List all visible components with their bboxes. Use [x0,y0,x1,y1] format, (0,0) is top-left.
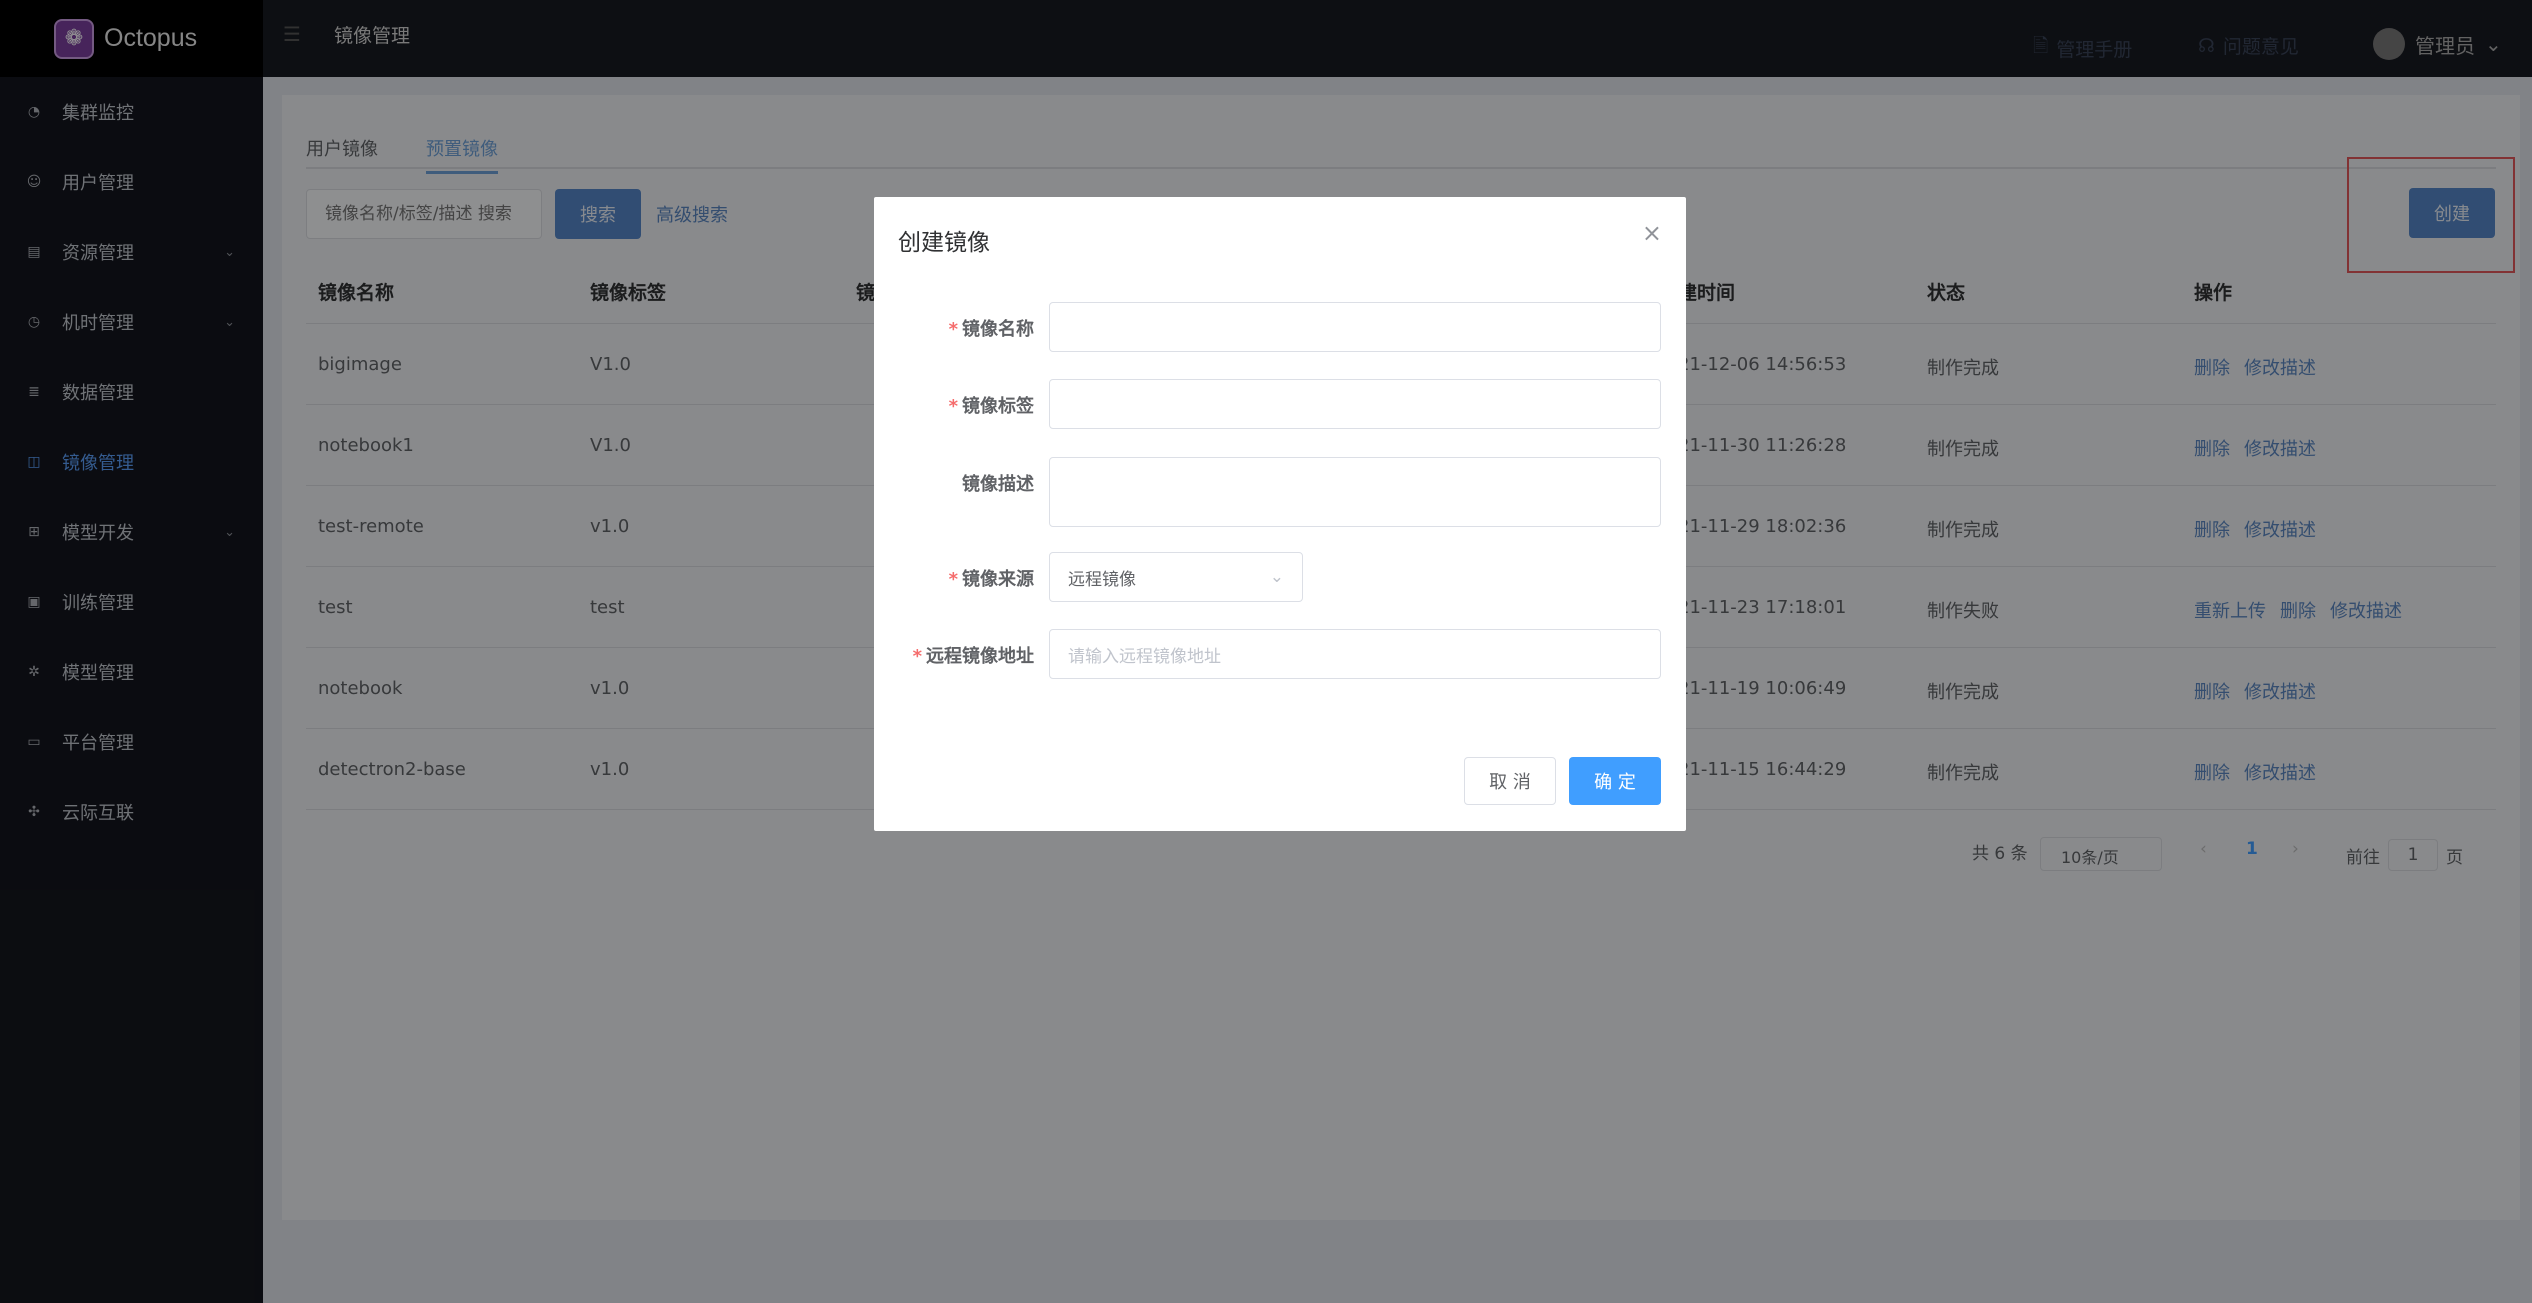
name-label: * 镜像名称 [948,319,1034,340]
dialog-title: 创建镜像 [898,230,990,256]
remote-address-label: * 远程镜像地址 [912,646,1034,667]
chevron-down-icon: ⌄ [1269,567,1284,587]
remote-address-input[interactable]: 请输入远程镜像地址 [1049,629,1661,679]
confirm-button[interactable]: 确 定 [1569,757,1661,805]
cancel-button[interactable]: 取 消 [1464,757,1556,805]
image-source-select[interactable]: 远程镜像 ⌄ [1049,552,1303,602]
desc-label: 镜像描述 [962,474,1034,495]
tag-label: * 镜像标签 [948,396,1034,417]
close-icon[interactable]: × [1642,219,1662,247]
source-label: * 镜像来源 [948,569,1034,590]
image-desc-textarea[interactable] [1049,457,1661,527]
image-tag-input[interactable] [1049,379,1661,429]
image-name-input[interactable] [1049,302,1661,352]
create-image-dialog: 创建镜像 × * 镜像名称 * 镜像标签 镜像描述 * 镜像来源 远程镜像 ⌄ * 远程… [874,197,1686,831]
